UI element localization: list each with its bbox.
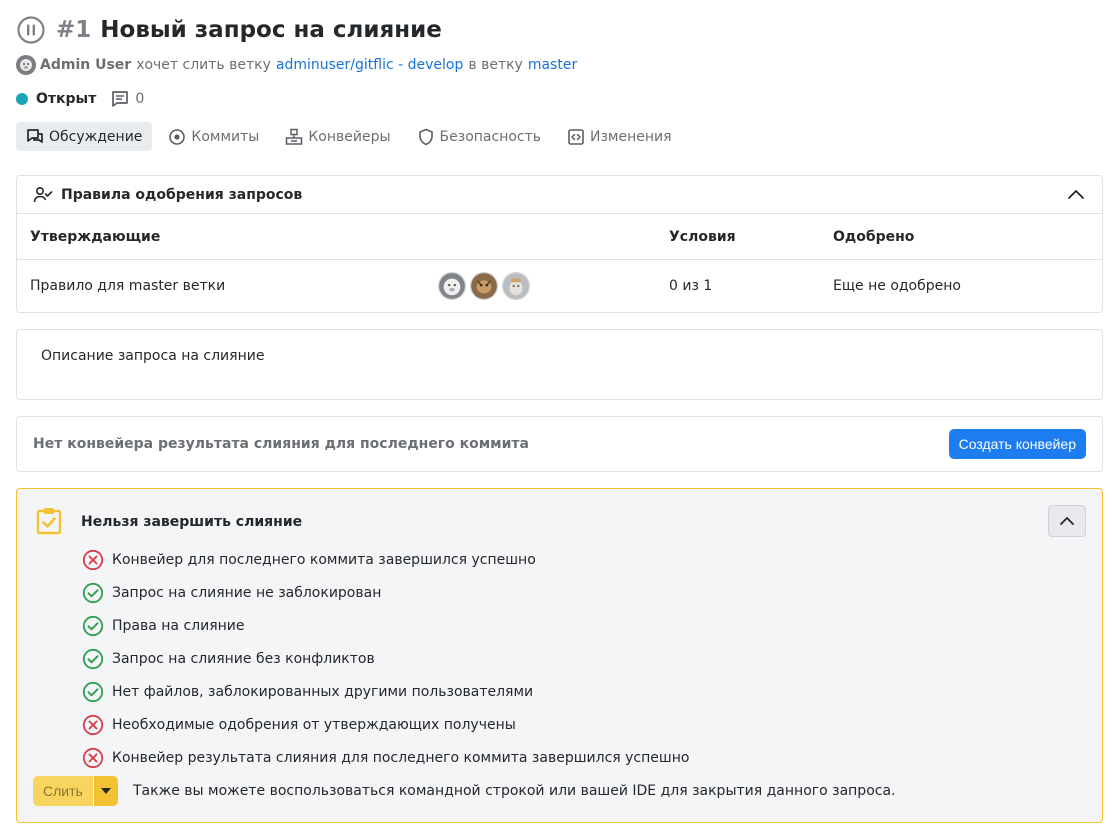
clipboard-check-icon	[36, 508, 62, 535]
merge-request-meta: Admin User хочет слить ветку adminuser/g…	[16, 54, 582, 76]
merge-check-label: Нет файлов, заблокированных другими поль…	[112, 683, 534, 700]
tab-label: Коммиты	[191, 128, 260, 145]
shield-icon	[418, 128, 433, 145]
error-circle-icon	[82, 714, 104, 735]
approval-rules-title: Правила одобрения запросов	[61, 186, 303, 203]
merge-options-dropdown[interactable]	[93, 776, 118, 806]
chevron-up-icon[interactable]	[1066, 185, 1086, 205]
rule-name: Правило для master ветки	[30, 278, 226, 294]
tab-security[interactable]: Безопасность	[407, 122, 551, 151]
create-pipeline-button[interactable]: Создать конвейер	[948, 429, 1086, 459]
list-item: Запрос на слияние не заблокирован	[82, 576, 689, 609]
merge-check-label: Запрос на слияние не заблокирован	[112, 584, 382, 601]
list-item: Конвейер результата слияния для последне…	[82, 741, 689, 774]
merge-check-label: Конвейер для последнего коммита завершил…	[112, 551, 536, 568]
tab-label: Безопасность	[439, 128, 542, 145]
discussion-icon	[27, 128, 43, 143]
merge-check-label: Конвейер результата слияния для последне…	[112, 749, 690, 766]
approval-rules-panel: Правила одобрения запросов Утверждающие …	[16, 175, 1103, 313]
description-panel: Описание запроса на слияние	[16, 329, 1103, 400]
description-text: Описание запроса на слияние	[41, 348, 265, 364]
merge-check-label: Запрос на слияние без конфликтов	[112, 650, 375, 667]
tab-label: Изменения	[590, 128, 672, 145]
user-avatar-icon	[20, 59, 32, 71]
approval-rules-header[interactable]: Правила одобрения запросов	[17, 176, 1102, 214]
tab-commits[interactable]: Коммиты	[158, 122, 269, 151]
status-dot	[16, 93, 28, 105]
column-header-conditions: Условия	[669, 228, 736, 245]
check-circle-icon	[82, 681, 104, 702]
merge-request-number: #1	[56, 17, 92, 43]
error-circle-icon	[82, 549, 104, 570]
list-item: Права на слияние	[82, 609, 689, 642]
author-avatar[interactable]	[16, 55, 36, 75]
author-name[interactable]: Admin User	[40, 57, 131, 73]
tab-pipelines[interactable]: Конвейеры	[275, 122, 400, 151]
approval-rules-columns: Утверждающие Условия Одобрено	[17, 214, 1102, 260]
comment-count: 0	[135, 91, 145, 107]
commit-icon	[169, 128, 186, 145]
merge-panel: Нельзя завершить слияние Конвейер для по…	[16, 488, 1103, 823]
tab-changes[interactable]: Изменения	[557, 122, 682, 151]
title-row: #1 Новый запрос на слияние	[16, 14, 442, 46]
tab-label: Обсуждение	[49, 128, 143, 145]
comment-icon	[112, 91, 129, 107]
column-header-approved: Одобрено	[833, 228, 915, 245]
tab-bar: Обсуждение Коммиты Конвейеры Безопасност…	[16, 122, 688, 151]
chevron-up-icon	[1060, 517, 1074, 525]
merge-button[interactable]: Слить	[33, 776, 93, 806]
list-item: Конвейер для последнего коммита завершил…	[82, 543, 689, 576]
meta-text-into: в ветку	[468, 57, 523, 73]
table-row: Правило для master ветки 0 из 1 Еще не о…	[17, 260, 1102, 312]
rule-condition: 0 из 1	[669, 278, 713, 294]
rule-approved-status: Еще не одобрено	[833, 278, 961, 294]
code-icon	[568, 128, 584, 145]
caret-down-icon	[100, 788, 111, 794]
merge-hint-text: Также вы можете воспользоваться командно…	[133, 783, 896, 799]
merge-checks-list: Конвейер для последнего коммита завершил…	[82, 543, 689, 774]
pipeline-panel: Нет конвейера результата слияния для пос…	[16, 416, 1103, 472]
merge-status-title: Нельзя завершить слияние	[81, 514, 303, 530]
pause-circle-icon	[17, 16, 45, 44]
page-title: Новый запрос на слияние	[100, 17, 442, 43]
meta-text-wants: хочет слить ветку	[136, 57, 271, 73]
check-circle-icon	[82, 648, 104, 669]
pipeline-icon	[286, 128, 303, 145]
target-branch-link[interactable]: master	[528, 57, 577, 73]
pipeline-status-text: Нет конвейера результата слияния для пос…	[33, 436, 529, 452]
column-header-approvers: Утверждающие	[30, 228, 161, 245]
merge-button-group: Слить	[33, 776, 118, 806]
merge-check-label: Права на слияние	[112, 617, 245, 634]
status-row: Открыт 0	[16, 88, 144, 110]
list-item: Нет файлов, заблокированных другими поль…	[82, 675, 689, 708]
approver-avatars	[438, 272, 534, 300]
avatar[interactable]	[502, 272, 530, 300]
user-check-icon	[33, 186, 53, 202]
avatar[interactable]	[438, 272, 466, 300]
collapse-merge-button[interactable]	[1048, 505, 1086, 537]
check-circle-icon	[82, 615, 104, 636]
tab-discussion[interactable]: Обсуждение	[16, 122, 153, 151]
tab-label: Конвейеры	[308, 128, 391, 145]
merge-check-label: Необходимые одобрения от утверждающих по…	[112, 716, 516, 733]
source-branch-link[interactable]: adminuser/gitflic - develop	[276, 57, 463, 73]
check-circle-icon	[82, 582, 104, 603]
status-badge: Открыт	[36, 91, 97, 107]
avatar[interactable]	[470, 272, 498, 300]
list-item: Запрос на слияние без конфликтов	[82, 642, 689, 675]
error-circle-icon	[82, 747, 104, 768]
list-item: Необходимые одобрения от утверждающих по…	[82, 708, 689, 741]
